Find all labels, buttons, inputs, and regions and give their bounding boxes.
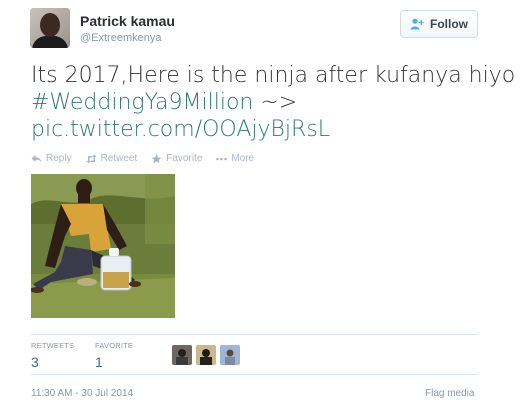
- tweet-arrow-text: ~>: [253, 90, 298, 115]
- retweet-button[interactable]: Retweet: [86, 153, 138, 164]
- retweets-stat-value: 3: [31, 354, 39, 370]
- favorites-stat-value: 1: [95, 354, 103, 370]
- tweet-photo[interactable]: [31, 174, 175, 318]
- add-user-icon: [410, 18, 424, 30]
- favorites-stat-label: FAVORITE: [95, 341, 134, 350]
- author-name[interactable]: Patrick kamau: [80, 13, 175, 29]
- retweet-label: Retweet: [100, 153, 138, 164]
- tweet-text: Its 2017,Here is the ninja after kufanya…: [31, 62, 516, 143]
- stats-divider-top: [31, 334, 478, 335]
- stats-divider-bottom: [31, 374, 478, 375]
- star-icon: [151, 153, 162, 163]
- favorites-stat[interactable]: FAVORITE 1: [95, 341, 133, 370]
- reply-button[interactable]: Reply: [31, 153, 72, 164]
- photo-image: [31, 174, 175, 318]
- engager-avatar[interactable]: [196, 345, 216, 365]
- tweet-timestamp[interactable]: 11:30 AM - 30 Jul 2014: [31, 388, 133, 399]
- flag-media-link[interactable]: Flag media: [425, 388, 474, 399]
- media-link[interactable]: pic.twitter.com/OOAjyBjRsL: [31, 116, 501, 143]
- engager-avatar[interactable]: [220, 345, 240, 365]
- retweets-stat[interactable]: RETWEETS 3: [31, 341, 74, 370]
- tweet-line-2: #WeddingYa9Million ~>: [31, 89, 501, 116]
- engager-avatar-image: [196, 345, 216, 365]
- follow-button[interactable]: Follow: [400, 10, 478, 38]
- more-button[interactable]: More: [216, 153, 254, 164]
- favorite-label: Favorite: [166, 153, 203, 164]
- engager-avatars: [172, 345, 240, 365]
- tweet-actions: Reply Retweet Favorite More: [31, 153, 254, 164]
- follow-button-label: Follow: [430, 17, 468, 31]
- more-label: More: [231, 153, 255, 164]
- avatar-face: [40, 13, 60, 37]
- hashtag-link[interactable]: #WeddingYa9Million: [31, 90, 253, 115]
- retweet-icon: [86, 154, 97, 163]
- more-dots-icon: [216, 157, 228, 160]
- reply-label: Reply: [46, 153, 72, 164]
- engager-avatar-image: [172, 345, 192, 365]
- engager-avatar-image: [220, 345, 240, 365]
- author-avatar[interactable]: [30, 8, 70, 48]
- tweet-line-1: Its 2017,Here is the ninja after kufanya…: [31, 63, 516, 88]
- author-handle[interactable]: @Extreemkenya: [80, 32, 161, 44]
- reply-icon: [31, 154, 42, 163]
- engager-avatar[interactable]: [172, 345, 192, 365]
- retweets-stat-label: RETWEETS: [31, 341, 75, 350]
- favorite-button[interactable]: Favorite: [151, 153, 202, 164]
